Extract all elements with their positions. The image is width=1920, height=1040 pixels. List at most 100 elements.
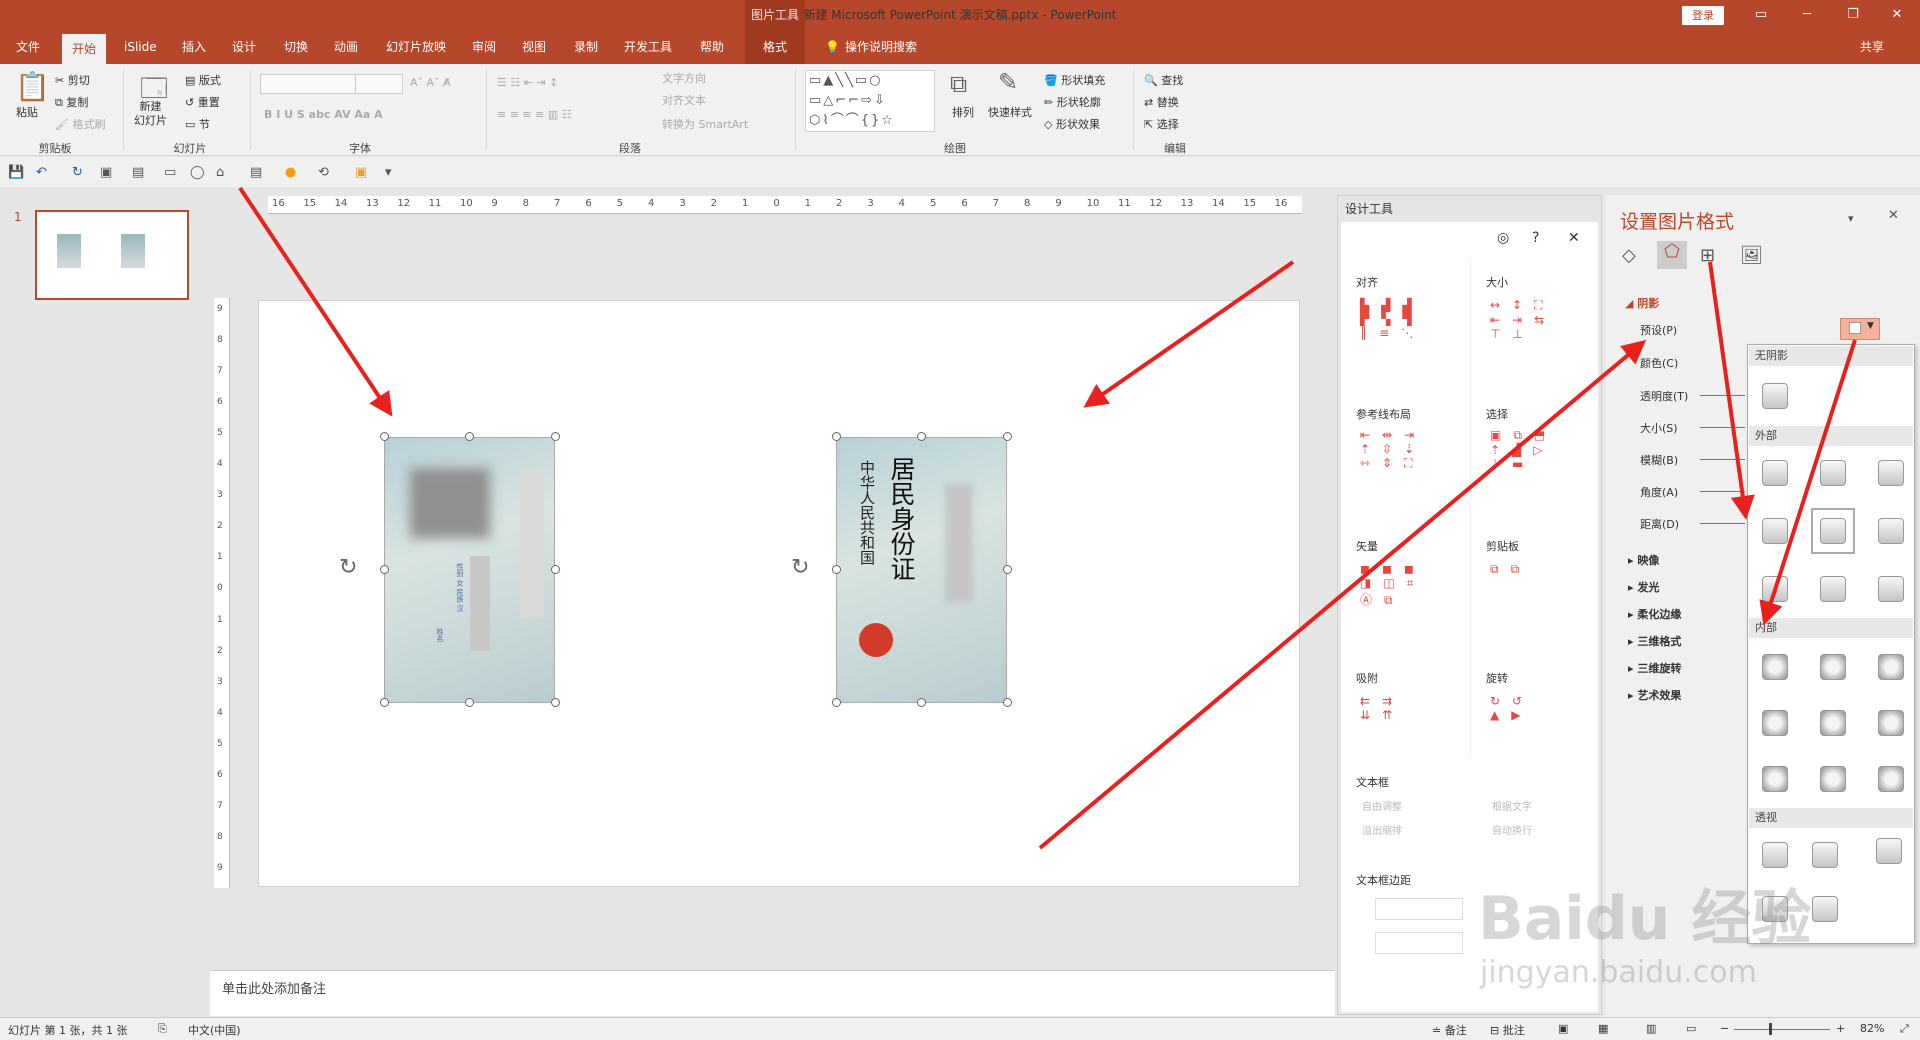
cut-button[interactable]: ✂ 剪切 xyxy=(55,72,90,88)
text-direction-button[interactable]: 文字方向 xyxy=(662,70,706,86)
notes-placeholder[interactable]: 单击此处添加备注 xyxy=(222,978,326,997)
shape-outline-button[interactable]: ✏ 形状轮廓 xyxy=(1044,94,1101,110)
zoom-level[interactable]: 82% xyxy=(1860,1022,1884,1035)
smartart-button[interactable]: 转换为 SmartArt xyxy=(662,116,748,132)
minimize-icon[interactable]: ─ xyxy=(1784,0,1830,30)
new-slide-qat-icon[interactable]: ▤ xyxy=(132,165,144,180)
preset-perspective[interactable] xyxy=(1762,842,1788,868)
resize-handle[interactable] xyxy=(380,432,389,441)
reset-button[interactable]: ↺ 重置 xyxy=(185,94,220,110)
pane-close-icon[interactable]: ✕ xyxy=(1888,208,1899,223)
present-icon[interactable]: ▣ xyxy=(100,165,112,180)
opt-auto-fit[interactable]: 自由调整 xyxy=(1362,798,1402,813)
resize-handle[interactable] xyxy=(917,432,926,441)
new-slide-label[interactable]: 新建 幻灯片 xyxy=(134,100,167,128)
rotate-handle-icon[interactable]: ↻ xyxy=(791,555,809,580)
preset-perspective[interactable] xyxy=(1876,838,1902,864)
resize-handle[interactable] xyxy=(832,565,841,574)
preset-inner[interactable] xyxy=(1820,766,1846,792)
preset-inner[interactable] xyxy=(1762,654,1788,680)
tab-review[interactable]: 审阅 xyxy=(462,30,506,64)
tab-slideshow[interactable]: 幻灯片放映 xyxy=(376,30,456,64)
preset-outer[interactable] xyxy=(1762,576,1788,602)
section-soft-edges[interactable]: ▸ 柔化边缘 xyxy=(1628,606,1681,622)
tab-transitions[interactable]: 切换 xyxy=(274,30,318,64)
paste-label[interactable]: 粘贴 xyxy=(16,104,38,120)
snap-icons-grid[interactable]: ⇇⇉ ⇊⇈ xyxy=(1360,694,1404,722)
align-text-button[interactable]: 对齐文本 xyxy=(662,92,706,108)
zoom-in-icon[interactable]: + xyxy=(1836,1022,1845,1035)
tab-file[interactable]: 文件 xyxy=(6,30,50,64)
preset-outer-selected[interactable] xyxy=(1820,518,1846,544)
group-qat-icon[interactable]: ⌂ xyxy=(216,165,224,180)
fit-slide-icon[interactable]: ⤢ xyxy=(1900,1022,1909,1036)
effects-icon[interactable]: ⬠ xyxy=(1657,241,1687,269)
guide-icons-grid[interactable]: ⇤⇹⇥ ⇡⇳⇣ ⇿⇕⛶ xyxy=(1360,428,1426,471)
spellcheck-icon[interactable]: ⎘ xyxy=(158,1022,167,1036)
size-icons-grid[interactable]: ↔↕⛶ ⇤⇥⇆ ⊤⊥ xyxy=(1490,298,1556,341)
resize-handle[interactable] xyxy=(465,698,474,707)
align-icons[interactable]: ≡ ≡ ≡ ≡ ▥ ☷ xyxy=(497,108,572,121)
replace-button[interactable]: ⇄ 替换 xyxy=(1144,94,1179,110)
resize-handle[interactable] xyxy=(465,432,474,441)
tab-developer[interactable]: 开发工具 xyxy=(614,30,682,64)
slide-canvas[interactable]: 性别 女 民族 汉 姓名 ↻ 中华人民共和国 居民身份证 ↻ xyxy=(258,300,1300,887)
section-artistic-effects[interactable]: ▸ 艺术效果 xyxy=(1628,687,1681,703)
preset-outer[interactable] xyxy=(1762,518,1788,544)
rotate-icons-grid[interactable]: ↻↺ ▲▶ xyxy=(1490,694,1534,722)
id-card-front-image[interactable]: 中华人民共和国 居民身份证 xyxy=(836,437,1007,703)
status-language[interactable]: 中文(中国) xyxy=(188,1022,241,1038)
clipboard-icons-grid[interactable]: ⧉⧉ xyxy=(1490,562,1531,577)
margin-left-input[interactable] xyxy=(1375,898,1463,920)
tab-design[interactable]: 设计 xyxy=(222,30,266,64)
tab-help[interactable]: 帮助 xyxy=(690,30,734,64)
ribbon-display-icon[interactable]: ▭ xyxy=(1738,0,1784,30)
select-icons-grid[interactable]: ▣⧉⬒ ⇡▟▷ ⇣▬ xyxy=(1490,428,1557,471)
zoom-slider-thumb[interactable] xyxy=(1769,1023,1772,1035)
section-3d-format[interactable]: ▸ 三维格式 xyxy=(1628,633,1681,649)
zoom-out-icon[interactable]: − xyxy=(1720,1022,1729,1035)
opt-overflow[interactable]: 溢出缩排 xyxy=(1362,822,1402,837)
pane-options-icon[interactable]: ▾ xyxy=(1848,212,1854,225)
preset-outer[interactable] xyxy=(1878,576,1904,602)
resize-handle[interactable] xyxy=(1003,432,1012,441)
login-button[interactable]: 登录 xyxy=(1682,6,1724,25)
slideshow-qat-icon[interactable]: ▭ xyxy=(164,165,176,180)
layout-button[interactable]: ▤ 版式 xyxy=(185,72,221,88)
resize-handle[interactable] xyxy=(380,698,389,707)
arrange-icon[interactable]: ⧉ xyxy=(950,70,967,98)
tab-islide[interactable]: iSlide xyxy=(114,30,167,64)
tab-insert[interactable]: 插入 xyxy=(172,30,216,64)
quick-styles-label[interactable]: 快速样式 xyxy=(988,104,1032,120)
section-button[interactable]: ▭ 节 xyxy=(185,116,210,132)
highlight-qat-icon[interactable]: ▣ xyxy=(355,165,367,180)
target-icon[interactable]: ◎ xyxy=(1497,230,1509,246)
rotate-handle-icon[interactable]: ↻ xyxy=(339,555,357,580)
vector-icons-grid[interactable]: ◼◼◼ ◨◫⌗ Ⓐ⧉ xyxy=(1360,562,1426,608)
distance-slider[interactable] xyxy=(1700,523,1745,524)
share-button[interactable]: 共享 xyxy=(1850,30,1894,64)
margin-top-input[interactable] xyxy=(1375,932,1463,954)
sorter-view-icon[interactable]: ▦ xyxy=(1598,1022,1608,1035)
preset-outer[interactable] xyxy=(1878,518,1904,544)
notes-pane[interactable] xyxy=(210,970,1335,1016)
picture-icon[interactable]: 🖼 xyxy=(1740,245,1763,266)
shapes-gallery[interactable]: ▭▲╲╲▭○ ▭△⌐⌐⇨⇩ ⬡⌇⌒⌒{}☆ xyxy=(805,70,935,132)
reading-view-icon[interactable]: ▥ xyxy=(1646,1022,1656,1035)
shadow-section[interactable]: ◢ 阴影 xyxy=(1625,295,1659,311)
size-properties-icon[interactable]: ⊞ xyxy=(1700,245,1715,266)
resize-handle[interactable] xyxy=(917,698,926,707)
normal-view-icon[interactable]: ▣ xyxy=(1558,1022,1568,1035)
tab-format[interactable]: 格式 xyxy=(745,30,805,64)
quick-styles-icon[interactable]: ✎ xyxy=(998,68,1018,96)
align-qat-icon[interactable]: ▤ xyxy=(250,165,262,180)
resize-handle[interactable] xyxy=(551,565,560,574)
section-reflection[interactable]: ▸ 映像 xyxy=(1628,552,1659,568)
section-glow[interactable]: ▸ 发光 xyxy=(1628,579,1659,595)
opt-word-wrap[interactable]: 自动换行 xyxy=(1492,822,1532,837)
shape-effects-button[interactable]: ◇ 形状效果 xyxy=(1044,116,1100,132)
shape-fill-button[interactable]: 🪣 形状填充 xyxy=(1044,72,1105,88)
zoom-slider[interactable] xyxy=(1734,1029,1830,1030)
preset-perspective[interactable] xyxy=(1812,896,1838,922)
slide-thumbnail[interactable] xyxy=(35,210,189,300)
